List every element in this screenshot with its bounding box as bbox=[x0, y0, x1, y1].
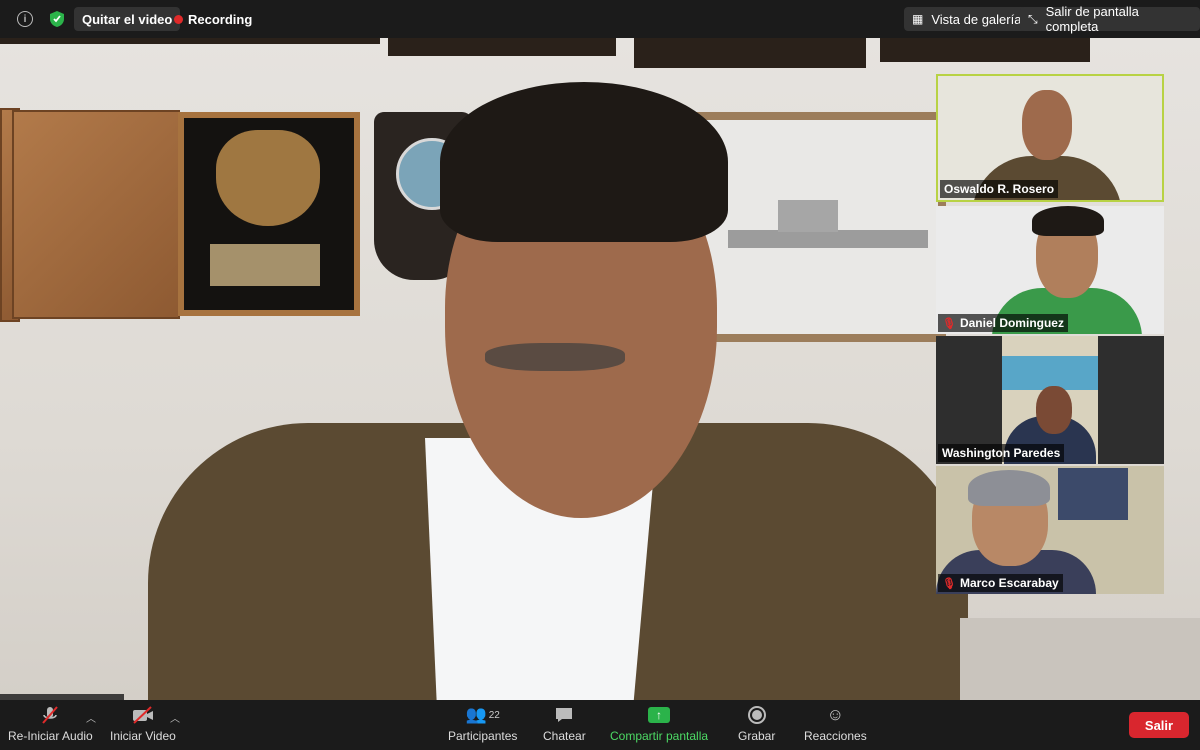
participant-name: 🎙 Marco Escarabay bbox=[938, 574, 1063, 592]
participant-name: 🎙 Daniel Dominguez bbox=[938, 314, 1068, 332]
share-screen-button[interactable]: ↑ Compartir pantalla bbox=[610, 704, 708, 743]
gallery-view-label: Vista de galería bbox=[931, 11, 1022, 27]
recording-dot-icon bbox=[174, 14, 183, 24]
smiley-plus-icon: ☺ bbox=[826, 705, 845, 724]
record-label: Grabar bbox=[738, 729, 776, 743]
audio-label: Re-Iniciar Audio bbox=[8, 729, 93, 743]
participant-tile-oswaldo[interactable]: Oswaldo R. Rosero bbox=[936, 74, 1164, 202]
reactions-button[interactable]: ☺ Reacciones bbox=[804, 704, 867, 743]
exit-fullscreen-label: Salir de pantalla completa bbox=[1045, 4, 1139, 34]
recording-indicator[interactable]: Recording bbox=[174, 7, 252, 31]
audio-options-caret-icon[interactable]: ︿ bbox=[86, 710, 96, 725]
speaker-hair bbox=[440, 82, 728, 242]
mic-muted-icon bbox=[39, 704, 61, 726]
camera-off-icon bbox=[131, 704, 155, 726]
wooden-plaque bbox=[12, 110, 180, 319]
exit-fullscreen-button[interactable]: ⤡ Salir de pantalla completa bbox=[1020, 4, 1200, 34]
muted-mic-icon: 🎙 bbox=[942, 317, 956, 330]
participants-button[interactable]: 👥 22 Participantes bbox=[448, 704, 517, 743]
grid-icon: ▦ bbox=[912, 12, 924, 26]
record-button[interactable]: Grabar bbox=[738, 704, 775, 743]
top-bar: i Quitar el video Recording ▦ Vista de g… bbox=[0, 0, 1200, 38]
reactions-label: Reacciones bbox=[804, 729, 867, 743]
muted-mic-icon: 🎙 bbox=[942, 577, 956, 590]
participants-label: Participantes bbox=[448, 729, 518, 743]
video-button[interactable]: Iniciar Video bbox=[110, 704, 176, 743]
meeting-toolbar: Re-Iniciar Audio ︿ Iniciar Video ︿ 👥 22 … bbox=[0, 700, 1200, 750]
participants-icon: 👥 bbox=[465, 705, 487, 724]
participant-tile-daniel[interactable]: 🎙 Daniel Dominguez bbox=[936, 206, 1164, 334]
gallery-view-button[interactable]: ▦ Vista de galería bbox=[904, 7, 1030, 31]
participant-name: Washington Paredes bbox=[938, 444, 1065, 462]
video-options-caret-icon[interactable]: ︿ bbox=[170, 710, 180, 725]
exit-fullscreen-icon: ⤡ bbox=[1028, 11, 1038, 26]
participant-name-text: Daniel Dominguez bbox=[959, 316, 1064, 330]
participant-tile-washington[interactable]: Washington Paredes bbox=[936, 336, 1164, 464]
shield-check-icon[interactable] bbox=[46, 7, 68, 31]
participant-name-text: Oswaldo R. Rosero bbox=[944, 182, 1055, 196]
chat-bubble-icon bbox=[554, 704, 574, 726]
participant-name-text: Marco Escarabay bbox=[959, 576, 1059, 590]
info-icon[interactable]: i bbox=[14, 7, 36, 31]
participant-name: Oswaldo R. Rosero bbox=[940, 180, 1059, 198]
recording-label: Recording bbox=[188, 11, 253, 27]
chat-label: Chatear bbox=[543, 729, 586, 743]
record-icon bbox=[747, 704, 767, 726]
audio-button[interactable]: Re-Iniciar Audio bbox=[8, 704, 93, 743]
share-label: Compartir pantalla bbox=[610, 729, 709, 743]
participants-icon-wrap: 👥 22 bbox=[466, 704, 500, 726]
stop-video-button[interactable]: Quitar el video bbox=[74, 7, 181, 31]
participants-count: 22 bbox=[488, 709, 500, 721]
share-screen-icon: ↑ bbox=[648, 707, 671, 723]
participant-tile-marco[interactable]: 🎙 Marco Escarabay bbox=[936, 466, 1164, 594]
chat-button[interactable]: Chatear bbox=[543, 704, 586, 743]
participant-name-text: Washington Paredes bbox=[942, 446, 1061, 460]
leave-button[interactable]: Salir bbox=[1129, 712, 1189, 738]
emblem-plaque bbox=[178, 112, 360, 316]
video-label: Iniciar Video bbox=[110, 729, 176, 743]
